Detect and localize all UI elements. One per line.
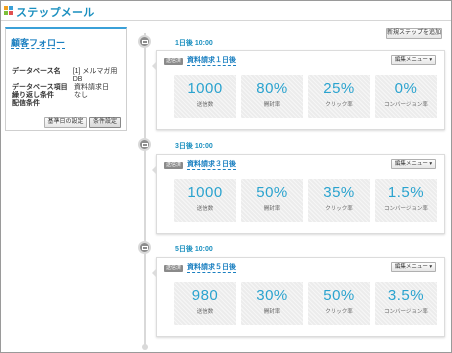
info-key: 繰り返し条件 <box>12 92 54 99</box>
step-time: 5日後 10:00 <box>175 246 213 253</box>
stat-sent: 1000 送信数 <box>174 179 236 222</box>
page-title: ステップメール <box>16 7 95 19</box>
stat-label: 開封率 <box>263 102 281 108</box>
step-card: 送信済 資料請求１日後 編集メニュー ▾ 1000 送信数 80% 開封率 25… <box>152 50 445 130</box>
stat-value: 35% <box>323 184 355 201</box>
info-row: データベース項目 資料請求日 <box>12 84 126 92</box>
scenario-title-link[interactable]: 顧客フォロー <box>11 38 66 49</box>
header-bar: ステップメール <box>1 1 451 21</box>
stat-value: 25% <box>323 80 355 97</box>
stat-label: クリック率 <box>325 206 353 212</box>
mail-name-link[interactable]: 資料請求５日後 <box>187 263 236 273</box>
condition-settings-button[interactable]: 条件設定 <box>89 117 121 128</box>
step-time: 3日後 10:00 <box>175 143 213 150</box>
info-key: 配信条件 <box>12 100 40 107</box>
stat-open-rate: 80% 開封率 <box>241 75 303 118</box>
stat-value: 50% <box>323 287 355 304</box>
add-step-button[interactable]: 新規ステップを追加 <box>386 28 442 39</box>
stat-value: 980 <box>191 287 219 304</box>
app-window: ステップメール 顧客フォロー データベース名 [1] メルマガ用DB データベー… <box>0 0 452 353</box>
status-badge: 送信済 <box>164 265 184 272</box>
stat-value: 80% <box>256 80 288 97</box>
stat-value: 1.5% <box>387 184 425 201</box>
stat-value: 50% <box>256 184 288 201</box>
info-value: なし <box>74 92 88 99</box>
stat-sent: 980 送信数 <box>174 282 236 325</box>
edit-menu-button[interactable]: 編集メニュー ▾ <box>391 262 436 272</box>
info-row: データベース名 [1] メルマガ用DB <box>12 68 126 84</box>
info-value: [1] メルマガ用DB <box>72 68 118 83</box>
stat-label: 開封率 <box>263 206 281 212</box>
stat-click-rate: 25% クリック率 <box>308 75 370 118</box>
info-row: 繰り返し条件 なし <box>12 92 126 100</box>
stat-value: 3.5% <box>387 287 425 304</box>
stat-label: 送信数 <box>196 102 214 108</box>
stat-label: コンバージョン率 <box>384 102 428 108</box>
stat-label: 開封率 <box>263 309 281 315</box>
stat-label: クリック率 <box>325 102 353 108</box>
info-value: 資料請求日 <box>74 84 109 91</box>
mail-name-link[interactable]: 資料請求３日後 <box>187 160 236 170</box>
info-key: データベース名 <box>12 68 61 75</box>
step-time: 1日後 10:00 <box>175 40 213 47</box>
stat-value: 1000 <box>187 184 223 201</box>
step-card: 送信済 資料請求３日後 編集メニュー ▾ 1000 送信数 50% 開封率 35… <box>152 154 445 234</box>
step-card: 送信済 資料請求５日後 編集メニュー ▾ 980 送信数 30% 開封率 50%… <box>152 257 445 337</box>
timeline-end-dot <box>142 344 148 350</box>
stat-conversion-rate: 0% コンバージョン率 <box>375 75 437 118</box>
stat-conversion-rate: 3.5% コンバージョン率 <box>375 282 437 325</box>
stat-value: 30% <box>256 287 288 304</box>
edit-menu-button[interactable]: 編集メニュー ▾ <box>391 55 436 65</box>
mail-name-link[interactable]: 資料請求１日後 <box>187 56 236 66</box>
stat-open-rate: 30% 開封率 <box>241 282 303 325</box>
status-badge: 送信済 <box>164 58 184 65</box>
info-key: データベース項目 <box>12 84 68 91</box>
envelope-icon <box>138 138 151 151</box>
scenario-panel: 顧客フォロー データベース名 [1] メルマガ用DB データベース項目 資料請求… <box>5 27 127 131</box>
timeline-line <box>144 33 146 349</box>
scenario-info-table: データベース名 [1] メルマガ用DB データベース項目 資料請求日 繰り返し条… <box>12 68 126 108</box>
stat-value: 0% <box>394 80 418 97</box>
stat-sent: 1000 送信数 <box>174 75 236 118</box>
stat-open-rate: 50% 開封率 <box>241 179 303 222</box>
stat-click-rate: 35% クリック率 <box>308 179 370 222</box>
stat-label: コンバージョン率 <box>384 206 428 212</box>
base-date-settings-button[interactable]: 基準日の設定 <box>44 117 87 128</box>
stat-value: 1000 <box>187 80 223 97</box>
status-badge: 送信済 <box>164 162 184 169</box>
stat-label: 送信数 <box>196 309 214 315</box>
envelope-icon <box>138 35 151 48</box>
stat-label: クリック率 <box>325 309 353 315</box>
stat-click-rate: 50% クリック率 <box>308 282 370 325</box>
info-row: 配信条件 <box>12 100 126 108</box>
stat-label: 送信数 <box>196 206 214 212</box>
stat-conversion-rate: 1.5% コンバージョン率 <box>375 179 437 222</box>
envelope-icon <box>138 241 151 254</box>
grid-icon <box>4 6 13 15</box>
stat-label: コンバージョン率 <box>384 309 428 315</box>
edit-menu-button[interactable]: 編集メニュー ▾ <box>391 159 436 169</box>
